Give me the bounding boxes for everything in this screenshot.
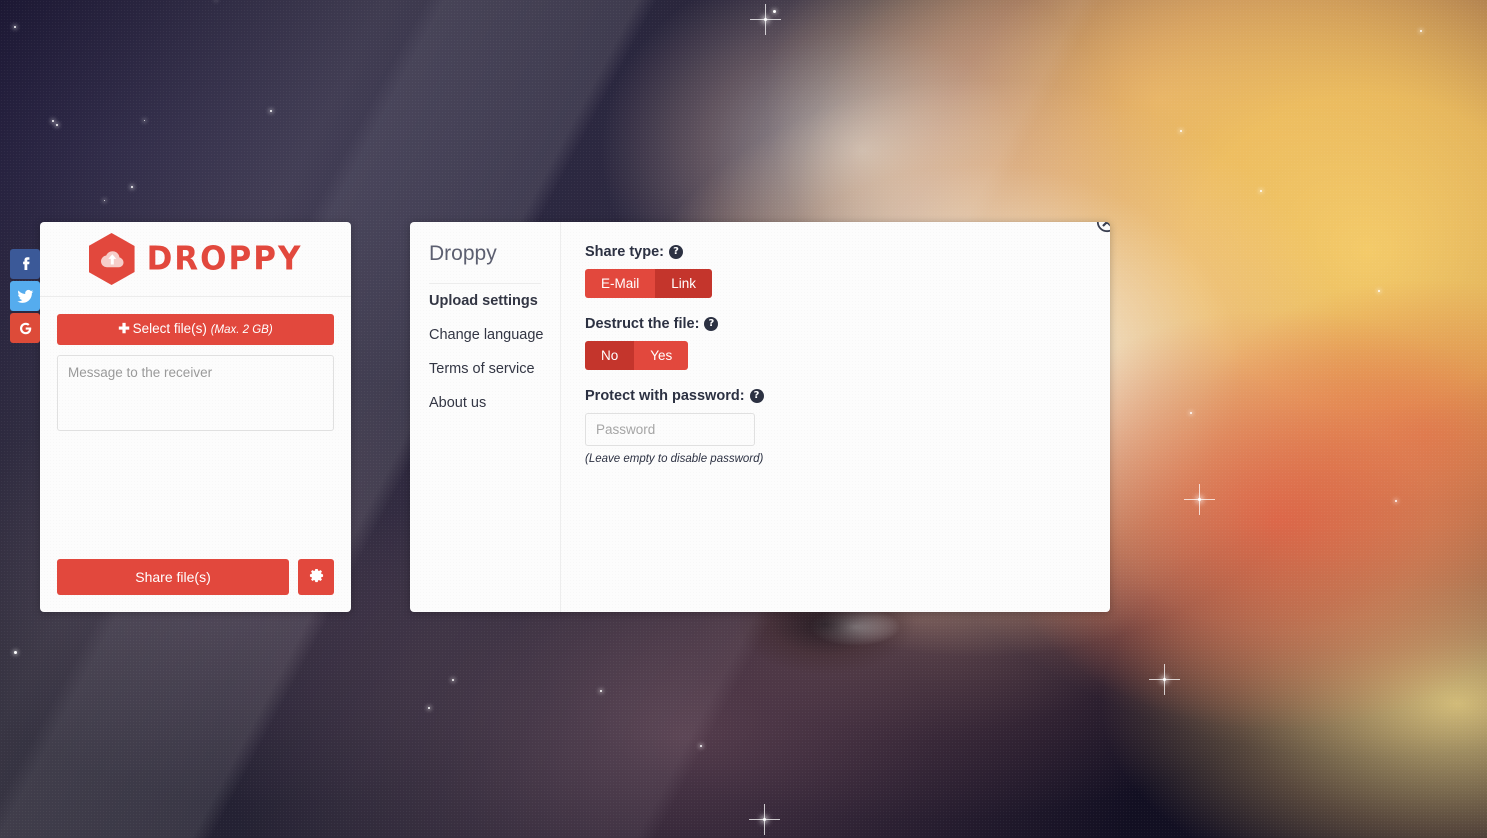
star xyxy=(144,120,145,121)
google-plus-icon xyxy=(17,320,34,337)
password-label: Protect with password: ? xyxy=(585,388,1086,404)
star xyxy=(56,124,58,126)
password-help-icon[interactable]: ? xyxy=(749,389,764,403)
app-logo-wordmark: DROPPY xyxy=(146,239,303,279)
star xyxy=(428,707,430,709)
star xyxy=(270,110,272,112)
star xyxy=(1180,130,1182,132)
message-textarea[interactable] xyxy=(57,354,334,431)
settings-gear-button[interactable] xyxy=(298,559,334,595)
star xyxy=(773,10,776,13)
star xyxy=(131,186,133,188)
destruct-option-yes[interactable]: Yes xyxy=(634,341,689,370)
select-files-note: (Max. 2 GB) xyxy=(210,324,273,336)
upload-card-body: ✚ Select file(s) (Max. 2 GB) xyxy=(40,297,351,436)
star xyxy=(1395,500,1397,502)
star xyxy=(1420,30,1422,32)
password-label-text: Protect with password: xyxy=(585,388,745,404)
share-type-help-icon[interactable]: ? xyxy=(668,245,683,259)
share-type-option-link[interactable]: Link xyxy=(655,269,713,298)
social-button-facebook[interactable] xyxy=(10,249,40,279)
upload-card: DROPPY ✚Select file(s) (Max. 2 GB) Share… xyxy=(40,222,351,612)
destruct-label-text: Destruct the file: xyxy=(585,316,700,332)
star xyxy=(14,26,16,28)
star xyxy=(1378,290,1380,292)
star xyxy=(104,200,105,201)
destruct-option-no[interactable]: No xyxy=(585,341,635,370)
nav-item-terms-of-service[interactable]: Terms of service xyxy=(429,352,560,386)
password-hint: (Leave empty to disable password) xyxy=(585,453,764,465)
destruct-label: Destruct the file: ? xyxy=(585,316,1086,332)
star-flare xyxy=(750,4,781,35)
gear-icon xyxy=(309,568,324,586)
upload-card-footer: Share file(s) xyxy=(57,559,334,595)
star xyxy=(52,120,54,122)
cloud-upload-icon xyxy=(88,233,135,285)
star xyxy=(700,745,702,747)
social-button-google[interactable] xyxy=(10,313,40,343)
star xyxy=(14,651,17,654)
select-files-button[interactable]: ✚ Select file(s) (Max. 2 GB) xyxy=(57,314,334,345)
star xyxy=(600,690,602,692)
social-button-twitter[interactable] xyxy=(10,281,40,311)
settings-modal-brand: Droppy xyxy=(429,242,541,284)
star xyxy=(1260,190,1262,192)
nav-item-change-language[interactable]: Change language xyxy=(429,318,560,352)
nav-item-upload-settings[interactable]: Upload settings xyxy=(429,284,560,318)
share-type-option-email[interactable]: E-Mail xyxy=(585,269,656,298)
close-circle-icon[interactable] xyxy=(1096,222,1110,233)
app-logo: DROPPY xyxy=(40,222,351,297)
star xyxy=(1190,412,1192,414)
settings-modal: Droppy Upload settings Change language T… xyxy=(410,222,1110,612)
destruct-toggle-group: No Yes xyxy=(585,341,689,370)
share-type-label: Share type: ? xyxy=(585,244,1086,260)
destruct-help-icon[interactable]: ? xyxy=(704,317,719,331)
share-files-button[interactable]: Share file(s) xyxy=(57,559,289,595)
star-flare xyxy=(1184,484,1215,515)
star xyxy=(452,679,454,681)
nav-item-about-us[interactable]: About us xyxy=(429,386,560,420)
star-flare xyxy=(749,804,780,835)
social-share-rail xyxy=(10,249,40,345)
settings-modal-content: Share type: ? E-Mail Link Destruct the f… xyxy=(561,222,1110,612)
star-flare xyxy=(1149,664,1180,695)
select-files-label: Select file(s) xyxy=(132,321,207,336)
settings-modal-nav: Droppy Upload settings Change language T… xyxy=(410,222,561,612)
twitter-icon xyxy=(16,288,34,305)
password-input[interactable] xyxy=(585,413,755,446)
plus-icon: ✚ xyxy=(118,321,130,336)
share-type-label-text: Share type: xyxy=(585,244,664,260)
share-type-toggle-group: E-Mail Link xyxy=(585,269,713,298)
facebook-icon xyxy=(17,256,33,272)
